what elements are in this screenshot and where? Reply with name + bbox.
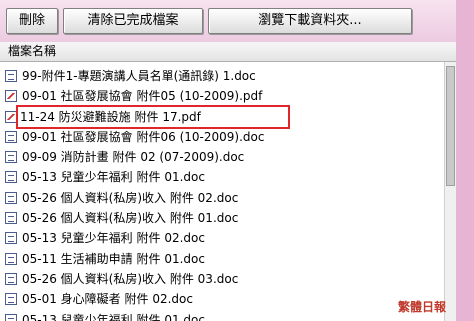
document-file-icon (5, 272, 17, 285)
browse-download-folder-button[interactable]: 瀏覽下載資料夾... (208, 8, 412, 34)
file-list: 99-附件1-專題演講人員名單(通訊錄) 1.doc 09-01 社區發展協會 附… (0, 66, 444, 321)
pdf-file-icon (5, 110, 17, 123)
document-file-icon (5, 191, 17, 204)
column-header-label: 檔案名稱 (8, 44, 57, 58)
vertical-scrollbar[interactable] (444, 62, 456, 321)
document-file-icon (5, 171, 17, 184)
file-row[interactable]: 05-13 兒童少年福利 附件 02.doc (0, 228, 444, 248)
file-name: 05-26 個人資料(私房)收入 附件 03.doc (22, 271, 239, 286)
file-name: 99-附件1-專題演講人員名單(通訊錄) 1.doc (22, 69, 256, 83)
document-file-icon (5, 232, 17, 245)
document-file-icon (5, 151, 17, 164)
file-name: 05-13 兒童少年福利 附件 01.doc (22, 170, 205, 185)
file-name: 05-11 生活補助申請 附件 01.doc (22, 251, 205, 266)
file-row-selected[interactable]: 11-24 防災避難設施 附件 17.pdf (0, 104, 444, 129)
document-file-icon (5, 252, 17, 265)
watermark: 繁體日報 (398, 300, 447, 314)
download-toolbar: 刪除 清除已完成檔案 瀏覽下載資料夾... (0, 0, 474, 42)
file-row[interactable]: 05-11 生活補助申請 附件 01.doc (0, 249, 444, 269)
document-file-icon (5, 293, 17, 306)
download-list-panel: 檔案名稱 99-附件1-專題演講人員名單(通訊錄) 1.doc 09-01 社區發… (0, 42, 456, 321)
file-name: 05-26 個人資料(私房)收入 附件 01.doc (22, 211, 239, 226)
file-name: 05-26 個人資料(私房)收入 附件 02.doc (22, 190, 239, 205)
file-name: 09-01 社區發展協會 附件06 (10-2009).doc (22, 129, 265, 144)
document-file-icon (5, 70, 17, 82)
file-row[interactable]: 09-01 社區發展協會 附件05 (10-2009).pdf (0, 86, 444, 106)
pdf-file-icon (5, 90, 17, 103)
file-row[interactable]: 05-26 個人資料(私房)收入 附件 01.doc (0, 208, 444, 228)
window-edge (456, 0, 474, 321)
file-row[interactable]: 05-01 身心障礙者 附件 02.doc (0, 289, 444, 309)
scrollbar-thumb[interactable] (446, 66, 455, 186)
file-name: 09-01 社區發展協會 附件05 (10-2009).pdf (22, 89, 263, 104)
file-row[interactable]: 05-26 個人資料(私房)收入 附件 02.doc (0, 188, 444, 208)
document-file-icon (5, 313, 17, 321)
clear-completed-button[interactable]: 清除已完成檔案 (63, 8, 203, 34)
document-file-icon (5, 212, 17, 225)
column-header-filename[interactable]: 檔案名稱 (0, 42, 456, 62)
file-name: 11-24 防災避難設施 附件 17.pdf (16, 104, 290, 129)
delete-button[interactable]: 刪除 (6, 8, 58, 34)
file-row[interactable]: 09-09 消防計畫 附件 02 (07-2009).doc (0, 147, 444, 167)
file-row[interactable]: 05-26 個人資料(私房)收入 附件 03.doc (0, 269, 444, 289)
document-file-icon (5, 130, 17, 143)
file-row[interactable]: 99-附件1-專題演講人員名單(通訊錄) 1.doc (0, 66, 444, 86)
file-name: 05-01 身心障礙者 附件 02.doc (22, 292, 193, 307)
file-name: 05-13 兒童少年福利 附件 01.doc (22, 312, 205, 321)
file-name: 05-13 兒童少年福利 附件 02.doc (22, 231, 205, 246)
file-row[interactable]: 05-13 兒童少年福利 附件 01.doc (0, 167, 444, 187)
file-name: 09-09 消防計畫 附件 02 (07-2009).doc (22, 150, 245, 165)
file-row[interactable]: 05-13 兒童少年福利 附件 01.doc (0, 310, 444, 321)
file-row[interactable]: 09-01 社區發展協會 附件06 (10-2009).doc (0, 127, 444, 147)
